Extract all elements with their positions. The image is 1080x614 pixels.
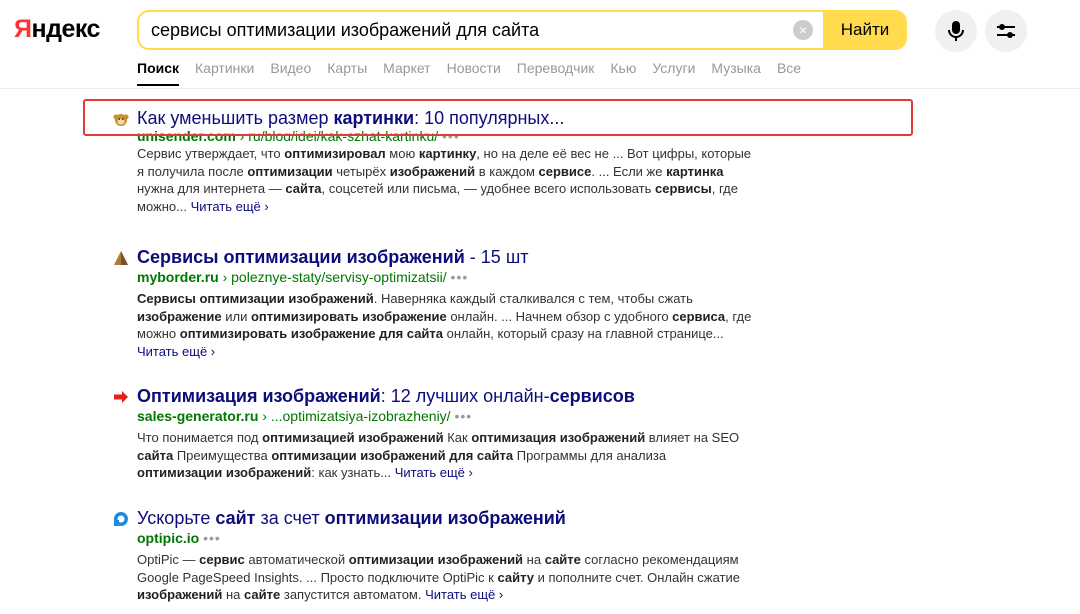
- read-more-link[interactable]: Читать ещё ›: [137, 344, 215, 359]
- tab-services[interactable]: Услуги: [652, 60, 695, 86]
- more-dots-icon[interactable]: •••: [451, 269, 469, 285]
- result-title-link[interactable]: Сервисы оптимизации изображений - 15 шт: [137, 246, 753, 268]
- search-result: Сервисы оптимизации изображений - 15 шт …: [113, 246, 753, 360]
- sliders-icon: [997, 24, 1015, 38]
- result-snippet: OptiPic — сервис автоматической оптимиза…: [137, 552, 740, 602]
- tab-news[interactable]: Новости: [447, 60, 501, 86]
- header-divider: [0, 88, 1080, 89]
- voice-search-button[interactable]: [935, 10, 977, 52]
- result-snippet: Сервисы оптимизации изображений. Наверня…: [137, 291, 752, 359]
- filters-button[interactable]: [985, 10, 1027, 52]
- tab-q[interactable]: Кью: [610, 60, 636, 86]
- pyramid-favicon: [114, 251, 128, 265]
- search-result: Ускорьте сайт за счет оптимизации изобра…: [113, 507, 753, 604]
- search-input[interactable]: [139, 12, 793, 48]
- arrow-favicon: [114, 391, 128, 403]
- tab-music[interactable]: Музыка: [711, 60, 761, 86]
- tab-search[interactable]: Поиск: [137, 60, 180, 86]
- result-snippet: Сервис утверждает, что оптимизировал мою…: [137, 146, 752, 214]
- tab-market[interactable]: Маркет: [383, 60, 430, 86]
- more-dots-icon[interactable]: •••: [203, 530, 221, 546]
- read-more-link[interactable]: Читать ещё ›: [425, 587, 503, 602]
- more-dots-icon[interactable]: •••: [454, 408, 472, 424]
- search-result: Оптимизация изображений: 12 лучших онлай…: [113, 385, 753, 482]
- search-button[interactable]: Найти: [823, 12, 905, 48]
- header: Яндекс × Найти Поиск Картинки Видео Карт…: [0, 0, 1080, 88]
- result-url[interactable]: sales-generator.ru › ...optimizatsiya-iz…: [137, 407, 753, 425]
- highlight-box: [83, 99, 913, 136]
- read-more-link[interactable]: Читать ещё ›: [395, 465, 473, 480]
- search-tabs: Поиск Картинки Видео Карты Маркет Новост…: [137, 60, 817, 86]
- yandex-logo[interactable]: Яндекс: [14, 15, 100, 44]
- result-snippet: Что понимается под оптимизацией изображе…: [137, 430, 740, 480]
- tab-translator[interactable]: Переводчик: [517, 60, 595, 86]
- read-more-link[interactable]: Читать ещё ›: [191, 199, 269, 214]
- result-url[interactable]: optipic.io •••: [137, 529, 753, 547]
- result-url[interactable]: myborder.ru › poleznye-staty/servisy-opt…: [137, 268, 753, 286]
- result-title-link[interactable]: Оптимизация изображений: 12 лучших онлай…: [137, 385, 753, 407]
- clear-icon[interactable]: ×: [793, 20, 813, 40]
- tab-video[interactable]: Видео: [270, 60, 311, 86]
- tab-all[interactable]: Все: [777, 60, 801, 86]
- search-box: × Найти: [137, 10, 907, 50]
- microphone-icon: [948, 21, 964, 41]
- optipic-favicon: [114, 512, 128, 526]
- result-title-link[interactable]: Ускорьте сайт за счет оптимизации изобра…: [137, 507, 753, 529]
- tab-maps[interactable]: Карты: [327, 60, 367, 86]
- tab-images[interactable]: Картинки: [195, 60, 254, 86]
